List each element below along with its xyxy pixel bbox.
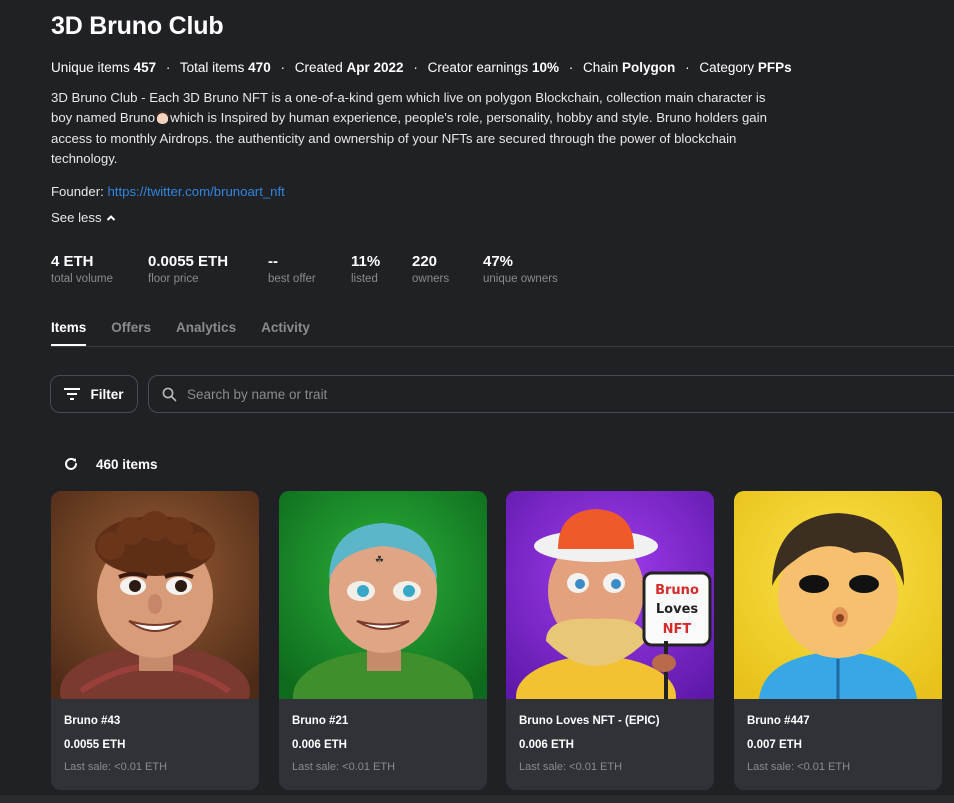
stat-owners: 220 owners — [412, 253, 449, 285]
meta-key-chain: Chain — [583, 60, 619, 75]
meta-separator: · — [165, 60, 171, 75]
nft-price: 0.0055 ETH — [64, 739, 126, 751]
meta-key-category: Category — [699, 60, 755, 75]
nft-last-sale: Last sale: <0.01 ETH — [747, 761, 851, 773]
meta-separator: · — [413, 60, 418, 75]
meta-value-chain: Polygon — [622, 60, 676, 75]
nft-image: Bruno Loves NFT — [506, 491, 714, 699]
meta-value-created: Apr 2022 — [346, 60, 404, 75]
nft-card[interactable]: Bruno #447 0.007 ETH Last sale: <0.01 ET… — [734, 491, 942, 790]
filter-label: Filter — [90, 386, 124, 402]
stat-label: best offer — [268, 273, 316, 285]
nft-name: Bruno Loves NFT - (EPIC) — [519, 715, 660, 727]
stat-label: floor price — [148, 273, 199, 285]
stat-value: 220 — [412, 253, 438, 270]
nft-name: Bruno #43 — [64, 715, 121, 727]
collection-tabs: Items Offers Analytics Activity — [51, 320, 335, 335]
meta-key-creator-earnings: Creator earnings — [427, 60, 529, 75]
active-tab-indicator — [51, 344, 86, 346]
nft-price: 0.007 ETH — [747, 739, 802, 751]
meta-key-created: Created — [294, 60, 343, 75]
boy-face-emoji-icon — [156, 111, 170, 125]
founder-label: Founder: — [51, 184, 104, 199]
chevron-up-icon — [106, 214, 115, 221]
filter-icon — [64, 388, 81, 400]
search-icon — [162, 387, 177, 401]
collection-meta: Unique items 457 · Total items 470 · Cre… — [51, 60, 792, 75]
stat-unique-owners: 47% unique owners — [483, 253, 558, 285]
stat-floor-price: 0.0055 ETH floor price — [148, 253, 228, 285]
meta-value-unique-items: 457 — [133, 60, 157, 75]
tabs-divider — [51, 346, 954, 347]
founder-link[interactable]: https://twitter.com/brunoart_nft — [107, 184, 284, 199]
tab-offers[interactable]: Offers — [111, 320, 151, 335]
nft-last-sale: Last sale: <0.01 ETH — [64, 761, 168, 773]
tab-analytics[interactable]: Analytics — [176, 320, 236, 335]
items-count-row: 460 items — [63, 456, 158, 472]
meta-value-total-items: 470 — [248, 60, 271, 75]
meta-separator: · — [685, 60, 690, 75]
refresh-icon[interactable] — [63, 456, 79, 472]
nft-image — [734, 491, 942, 699]
nft-price: 0.006 ETH — [292, 739, 347, 751]
meta-value-creator-earnings: 10% — [531, 60, 559, 75]
stat-value: 47% — [483, 253, 514, 270]
search-input[interactable] — [187, 386, 787, 402]
stat-value: 11% — [351, 253, 381, 270]
nft-last-sale: Last sale: <0.01 ETH — [519, 761, 623, 773]
stat-best-offer: -- best offer — [268, 253, 316, 285]
svg-text:NFT: NFT — [663, 622, 692, 637]
meta-separator: · — [568, 60, 574, 75]
nft-image: ☘ — [279, 491, 487, 699]
nft-price: 0.006 ETH — [519, 739, 574, 751]
items-count: 460 items — [96, 456, 158, 472]
nft-last-sale: Last sale: <0.01 ETH — [292, 761, 396, 773]
search-bar[interactable] — [148, 375, 954, 413]
meta-key-total-items: Total items — [179, 60, 245, 75]
meta-value-category: PFPs — [757, 60, 792, 75]
svg-text:Loves: Loves — [656, 602, 699, 617]
svg-text:Bruno: Bruno — [655, 583, 699, 598]
nft-card[interactable]: Bruno Loves NFT Bruno Loves NFT - (EPIC)… — [506, 491, 714, 790]
bottom-scroll-bar — [0, 795, 954, 803]
see-less-label: See less — [51, 210, 102, 225]
stat-label: total volume — [51, 273, 114, 285]
filter-button[interactable]: Filter — [50, 375, 138, 413]
tab-items[interactable]: Items — [51, 320, 86, 335]
collection-page: 3D Bruno Club Unique items 457 · Total i… — [0, 0, 954, 803]
meta-key-unique-items: Unique items — [51, 60, 130, 75]
stat-value: -- — [268, 253, 278, 270]
stat-label: listed — [351, 273, 378, 285]
collection-description: 3D Bruno Club - Each 3D Bruno NFT is a o… — [51, 88, 771, 169]
nft-card[interactable]: ☘ Bruno #21 0.006 ETH Last sale: <0.01 E… — [279, 491, 487, 790]
svg-text:☘: ☘ — [375, 555, 384, 566]
stat-value: 0.0055 ETH — [148, 253, 229, 270]
stat-total-volume: 4 ETH total volume — [51, 253, 113, 285]
stat-label: unique owners — [483, 273, 558, 285]
stat-label: owners — [412, 273, 450, 285]
nft-name: Bruno #21 — [292, 715, 349, 727]
see-less-toggle[interactable]: See less — [51, 210, 116, 225]
page-title: 3D Bruno Club — [51, 12, 224, 40]
tab-activity[interactable]: Activity — [261, 320, 310, 335]
founder-line: Founder: https://twitter.com/brunoart_nf… — [51, 184, 285, 199]
meta-separator: · — [280, 60, 285, 75]
nft-card[interactable]: Bruno #43 0.0055 ETH Last sale: <0.01 ET… — [51, 491, 259, 790]
stat-value: 4 ETH — [51, 253, 94, 270]
stat-listed: 11% listed — [351, 253, 380, 285]
nft-name: Bruno #447 — [747, 715, 810, 727]
nft-image — [51, 491, 259, 699]
